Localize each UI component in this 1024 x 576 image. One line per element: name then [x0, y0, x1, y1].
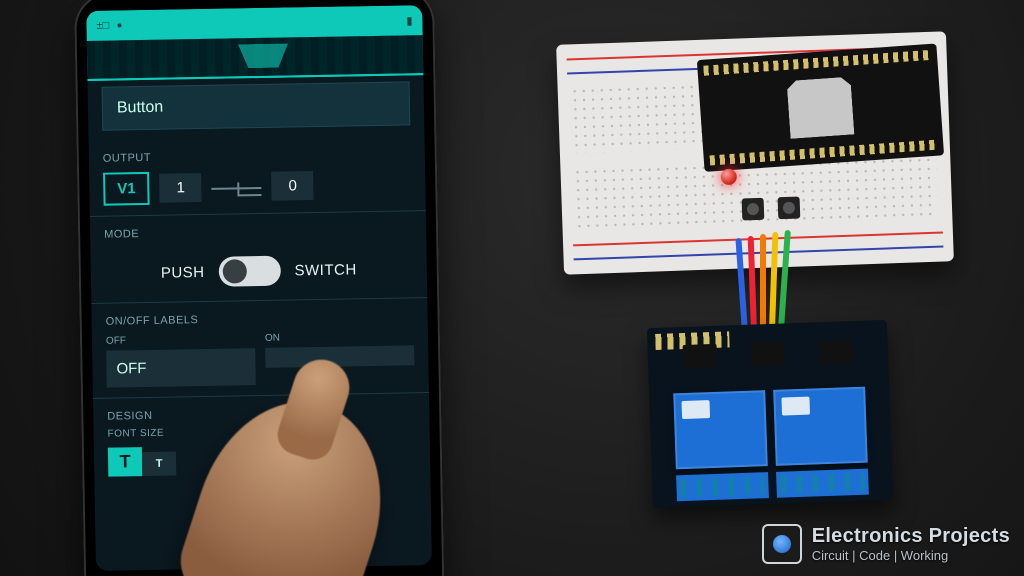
pin-select[interactable]: V1	[103, 172, 150, 206]
notification-icon: ±□	[96, 20, 109, 32]
output-low-input[interactable]: 0	[271, 171, 313, 201]
watermark: Electronics Projects Circuit | Code | Wo…	[762, 524, 1010, 564]
mode-toggle[interactable]	[218, 256, 281, 287]
mode-push-label: PUSH	[161, 263, 205, 281]
screw-terminal-2	[776, 469, 869, 498]
breadboard-rail-bottom	[573, 225, 944, 266]
relay-cube-2	[773, 387, 868, 466]
output-high-input[interactable]: 1	[159, 173, 201, 203]
mode-label: MODE	[104, 223, 412, 240]
relay-cube-1	[673, 390, 768, 469]
esp32-shield-icon	[787, 77, 855, 139]
battery-icon: ▮	[406, 14, 412, 27]
off-label-input[interactable]: OFF	[106, 348, 256, 388]
on-caption: ON	[265, 330, 414, 344]
chip-icon	[750, 341, 785, 366]
fontsize-small-button[interactable]: T	[142, 451, 176, 476]
relay-module	[647, 320, 893, 508]
app-header	[87, 35, 424, 81]
watermark-tagline: Circuit | Code | Working	[812, 548, 1010, 563]
output-label: OUTPUT	[103, 147, 411, 164]
screw-terminal-1	[676, 472, 769, 501]
chip-icon	[683, 344, 718, 369]
breadboard	[556, 31, 954, 274]
tactile-button-1	[742, 198, 765, 221]
watermark-title: Electronics Projects	[812, 525, 1010, 548]
on-label-input[interactable]	[265, 345, 414, 368]
step-waveform-icon	[211, 173, 261, 200]
mode-row: PUSH SWITCH	[90, 243, 427, 303]
esp32-board	[697, 43, 944, 171]
watermark-logo-icon	[762, 524, 802, 564]
relay-opto-chips	[683, 339, 854, 371]
tactile-button-2	[778, 196, 801, 219]
watermark-text: Electronics Projects Circuit | Code | Wo…	[812, 525, 1010, 563]
status-dot-icon	[117, 23, 121, 27]
labels-row: OFF OFF ON	[92, 330, 429, 398]
off-column: OFF OFF	[106, 333, 256, 388]
chip-icon	[818, 339, 853, 364]
mode-switch-label: SWITCH	[294, 261, 356, 279]
bulb-icon	[773, 535, 791, 553]
output-row: V1 1 0	[89, 167, 426, 216]
off-caption: OFF	[106, 333, 255, 347]
fontsize-large-button[interactable]: T	[108, 447, 143, 477]
onoff-labels-label: ON/OFF LABELS	[106, 310, 414, 327]
widget-name-input[interactable]: Button	[102, 81, 411, 130]
toggle-knob-icon	[222, 259, 246, 283]
